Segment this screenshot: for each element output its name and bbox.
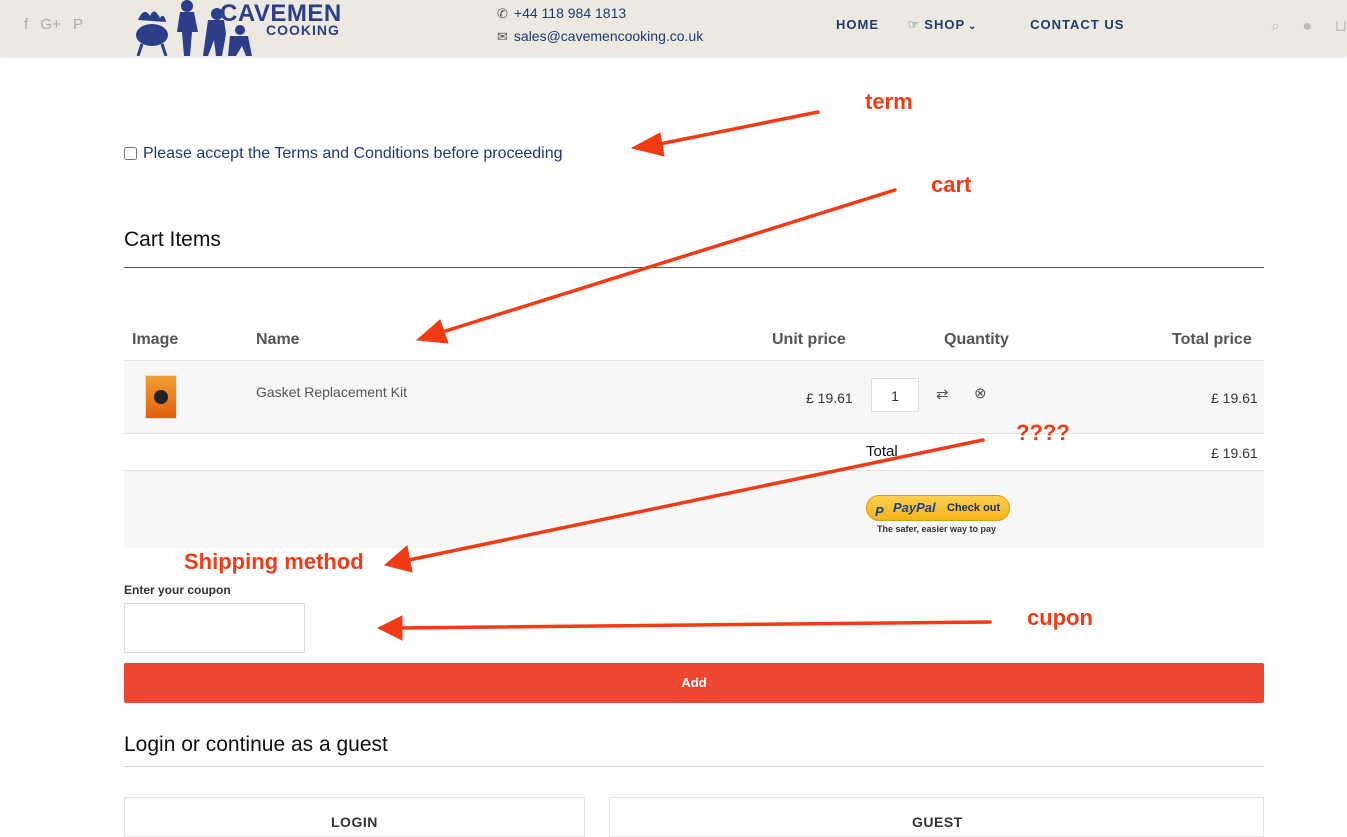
col-header-unit-price: Unit price	[772, 331, 846, 348]
coupon-input[interactable]	[124, 603, 305, 653]
arrow-cart	[434, 188, 897, 336]
remove-item-icon[interactable]: ⊗	[974, 384, 987, 402]
col-header-name: Name	[256, 331, 300, 348]
terms-checkbox[interactable]	[124, 147, 137, 160]
arrowhead-shipping	[383, 545, 413, 573]
phone-icon: ✆	[497, 6, 508, 21]
product-thumbnail[interactable]	[145, 375, 177, 419]
product-name[interactable]: Gasket Replacement Kit	[256, 384, 407, 400]
search-icon[interactable]: ⌕	[1271, 18, 1280, 35]
email-link[interactable]: sales@cavemencooking.co.uk	[514, 28, 703, 44]
guest-tab-title[interactable]: GUEST	[912, 814, 963, 830]
envelope-icon: ✉	[497, 29, 508, 44]
col-header-quantity: Quantity	[944, 331, 1009, 348]
cart-items-title: Cart Items	[124, 228, 221, 251]
update-quantity-icon[interactable]: ⇄	[936, 385, 949, 403]
nav-home[interactable]: HOME	[836, 17, 879, 32]
annotation-cupon: cupon	[1027, 605, 1093, 630]
phone-number[interactable]: +44 118 984 1813	[514, 5, 626, 21]
annotation-question: ????	[1016, 420, 1070, 445]
hand-pointer-icon: ☞	[907, 17, 921, 32]
header-icons: ⌕ ● ⊔	[1253, 16, 1347, 36]
paypal-p-icon: P	[875, 504, 884, 519]
coupon-label: Enter your coupon	[124, 583, 231, 597]
paypal-checkout-label: Check out	[947, 502, 1001, 514]
contact-info: ✆ +44 118 984 1813 ✉ sales@cavemencooking.…	[497, 2, 703, 48]
arrow-cupon	[396, 620, 992, 630]
login-tab-title[interactable]: LOGIN	[331, 814, 378, 830]
paypal-brand: PayPal	[893, 500, 936, 515]
paypal-checkout-button[interactable]: P PayPal Check out	[866, 495, 1010, 521]
col-header-image: Image	[132, 331, 179, 348]
google-plus-icon[interactable]: G+	[40, 16, 60, 33]
chevron-down-icon: ⌄	[968, 21, 978, 32]
total-label: Total	[866, 443, 898, 460]
cart-total-row	[124, 432, 1264, 471]
item-total-price: £ 19.61	[1211, 390, 1258, 406]
quantity-input[interactable]: 1	[871, 378, 919, 412]
pinterest-icon[interactable]: P	[73, 16, 83, 33]
nav-contact-us[interactable]: CONTACT US	[1030, 17, 1124, 32]
cart-title-divider	[124, 267, 1264, 268]
arrowhead-cupon	[376, 615, 403, 641]
add-coupon-button[interactable]: Add	[124, 663, 1264, 703]
social-links: f G+ P	[24, 16, 91, 33]
terms-checkbox-row: Please accept the Terms and Conditions b…	[124, 145, 563, 163]
arrowhead-cart	[415, 319, 449, 344]
annotation-shipping-method: Shipping method	[184, 549, 364, 574]
unit-price: £ 19.61	[806, 390, 853, 406]
col-header-total-price: Total price	[1172, 331, 1252, 348]
login-title-divider	[124, 766, 1264, 767]
nav-shop[interactable]: ☞ SHOP ⌄	[908, 17, 1002, 32]
login-section-title: Login or continue as a guest	[124, 733, 388, 756]
site-header: f G+ P CAVEMEN COOKING ✆ +44 118 984 1813…	[0, 0, 1347, 56]
checkout-area	[124, 471, 1264, 548]
annotation-cart: cart	[931, 172, 972, 197]
total-value: £ 19.61	[1211, 445, 1258, 461]
logo-subtitle[interactable]: COOKING	[266, 22, 340, 38]
terms-label[interactable]: Please accept the Terms and Conditions b…	[143, 145, 563, 162]
arrowhead-term	[630, 132, 665, 157]
arrow-term	[648, 110, 820, 148]
facebook-icon[interactable]: f	[24, 16, 28, 33]
main-nav: HOME ☞ SHOP ⌄ CONTACT US	[836, 17, 1148, 33]
user-icon[interactable]: ●	[1302, 18, 1312, 35]
annotation-term: term	[865, 89, 913, 114]
paypal-tagline: The safer, easier way to pay	[877, 524, 997, 534]
cart-icon[interactable]: ⊔	[1335, 18, 1347, 35]
